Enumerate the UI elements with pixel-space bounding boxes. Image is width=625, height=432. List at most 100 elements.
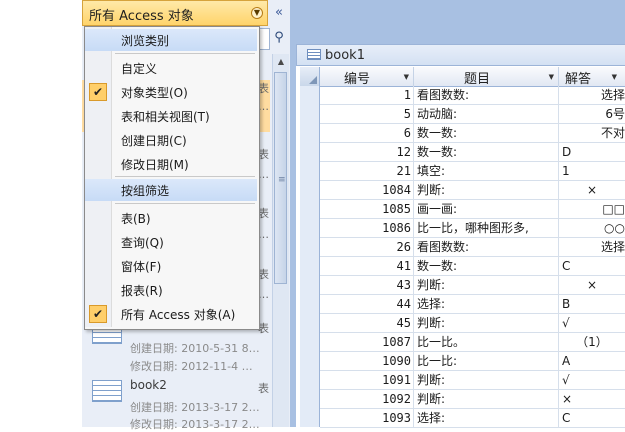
table-row[interactable]: 45 判断: √ (320, 314, 625, 333)
column-header-answer[interactable]: 解答 ▼ (559, 67, 625, 87)
cell-id[interactable]: 1092 (320, 390, 414, 408)
chevron-down-icon[interactable]: ▼ (251, 7, 263, 19)
table-row[interactable]: 12 数一数: D (320, 143, 625, 162)
table-row[interactable]: 21 填空: 1 (320, 162, 625, 181)
sort-dropdown-icon[interactable]: ▼ (404, 73, 409, 81)
scrollbar-thumb[interactable]: ≡ (274, 72, 287, 284)
table-row[interactable]: 1085 画一画: □□ (320, 200, 625, 219)
column-header-id[interactable]: 编号 ▼ (320, 67, 414, 87)
cell-id[interactable]: 1090 (320, 352, 414, 370)
cell-answer[interactable]: C (559, 409, 625, 427)
cell-id[interactable]: 1093 (320, 409, 414, 427)
cell-answer[interactable]: A (559, 352, 625, 370)
cell-question[interactable]: 选择: (414, 409, 559, 427)
cell-answer[interactable]: □□ (559, 200, 625, 218)
collapse-pane-icon[interactable]: « (270, 4, 288, 22)
cell-id[interactable]: 12 (320, 143, 414, 161)
cell-answer[interactable]: 6号 (559, 105, 625, 123)
menu-item-queries[interactable]: 查询(Q) (85, 231, 257, 253)
cell-id[interactable]: 5 (320, 105, 414, 123)
cell-answer[interactable]: 选择 (559, 238, 625, 256)
table-row[interactable]: 6 数一数: 不对 (320, 124, 625, 143)
cell-question[interactable]: 数一数: (414, 143, 559, 161)
search-icon[interactable]: ⚲ (271, 30, 287, 46)
menu-item-object-type[interactable]: ✔ 对象类型(O) (85, 81, 257, 103)
cell-question[interactable]: 判断: (414, 314, 559, 332)
cell-answer[interactable]: √ (559, 371, 625, 389)
cell-id[interactable]: 1086 (320, 219, 414, 237)
cell-id[interactable]: 45 (320, 314, 414, 332)
cell-answer[interactable]: × (559, 276, 625, 294)
cell-id[interactable]: 43 (320, 276, 414, 294)
cell-question[interactable]: 判断: (414, 181, 559, 199)
table-row[interactable]: 1091 判断: √ (320, 371, 625, 390)
cell-answer[interactable]: × (559, 390, 625, 408)
table-row[interactable]: 1 看图数数: 选择 (320, 86, 625, 105)
cell-id[interactable]: 1 (320, 86, 414, 104)
cell-answer[interactable]: √ (559, 314, 625, 332)
select-all-button[interactable] (300, 67, 320, 86)
cell-id[interactable]: 21 (320, 162, 414, 180)
cell-answer[interactable]: C (559, 257, 625, 275)
menu-item-reports[interactable]: 报表(R) (85, 279, 257, 301)
cell-id[interactable]: 6 (320, 124, 414, 142)
cell-question[interactable]: 看图数数: (414, 238, 559, 256)
cell-question[interactable]: 看图数数: (414, 86, 559, 104)
cell-question[interactable]: 数一数: (414, 124, 559, 142)
table-row[interactable]: 1087 比一比。 （1） (320, 333, 625, 352)
row-selector-column[interactable] (300, 86, 320, 427)
cell-question[interactable]: 数一数: (414, 257, 559, 275)
menu-item-forms[interactable]: 窗体(F) (85, 255, 257, 277)
table-row[interactable]: 1084 判断: × (320, 181, 625, 200)
table-row[interactable]: 1086 比一比，哪种图形多, ○○ (320, 219, 625, 238)
menu-item-created-date[interactable]: 创建日期(C) (85, 129, 257, 151)
cell-id[interactable]: 26 (320, 238, 414, 256)
cell-id[interactable]: 44 (320, 295, 414, 313)
menu-item-tables-related-views[interactable]: 表和相关视图(T) (85, 105, 257, 127)
cell-question[interactable]: 动动脑: (414, 105, 559, 123)
column-header-question[interactable]: 题目 ▼ (414, 67, 559, 87)
nav-pane-header[interactable]: 所有 Access 对象 ▼ (82, 0, 268, 26)
cell-answer[interactable]: 不对 (559, 124, 625, 142)
table-row[interactable]: 43 判断: × (320, 276, 625, 295)
cell-question[interactable]: 画一画: (414, 200, 559, 218)
cell-question[interactable]: 判断: (414, 371, 559, 389)
nav-scrollbar[interactable]: ▲ ≡ (272, 54, 289, 427)
sort-dropdown-icon[interactable]: ▼ (612, 73, 617, 81)
cell-question[interactable]: 填空: (414, 162, 559, 180)
scroll-up-icon[interactable]: ▲ (273, 54, 289, 70)
cell-id[interactable]: 41 (320, 257, 414, 275)
menu-item-tables[interactable]: 表(B) (85, 207, 257, 229)
cell-id[interactable]: 1087 (320, 333, 414, 351)
sort-dropdown-icon[interactable]: ▼ (549, 73, 554, 81)
table-row[interactable]: 1092 判断: × (320, 390, 625, 409)
cell-question[interactable]: 比一比。 (414, 333, 559, 351)
cell-question[interactable]: 判断: (414, 390, 559, 408)
table-row[interactable]: 5 动动脑: 6号 (320, 105, 625, 124)
table-row[interactable]: 1090 比一比: A (320, 352, 625, 371)
cell-id[interactable]: 1091 (320, 371, 414, 389)
cell-answer[interactable]: （1） (559, 333, 625, 351)
cell-answer[interactable]: × (559, 181, 625, 199)
cell-question[interactable]: 比一比，哪种图形多, (414, 219, 559, 237)
object-modified-date: 修改日期: 2012-11-4 … (130, 360, 253, 373)
cell-answer[interactable]: 1 (559, 162, 625, 180)
table-row[interactable]: 26 看图数数: 选择 (320, 238, 625, 257)
cell-answer[interactable]: D (559, 143, 625, 161)
menu-item-modified-date[interactable]: 修改日期(M) (85, 153, 257, 175)
table-row[interactable]: 1093 选择: C (320, 409, 625, 428)
cell-answer[interactable]: ○○ (559, 219, 625, 237)
menu-item-all-access-objects[interactable]: ✔ 所有 Access 对象(A) (85, 303, 257, 325)
cell-id[interactable]: 1084 (320, 181, 414, 199)
tab-book1[interactable]: book1 (325, 48, 365, 63)
cell-question[interactable]: 选择: (414, 295, 559, 313)
table-row[interactable]: 41 数一数: C (320, 257, 625, 276)
table-row[interactable]: 44 选择: B (320, 295, 625, 314)
menu-item-custom[interactable]: 自定义 (85, 57, 257, 79)
cell-answer[interactable]: 选择 (559, 86, 625, 104)
cell-question[interactable]: 比一比: (414, 352, 559, 370)
cell-answer[interactable]: B (559, 295, 625, 313)
cell-id[interactable]: 1085 (320, 200, 414, 218)
cell-question[interactable]: 判断: (414, 276, 559, 294)
object-name[interactable]: book2 (130, 378, 167, 392)
